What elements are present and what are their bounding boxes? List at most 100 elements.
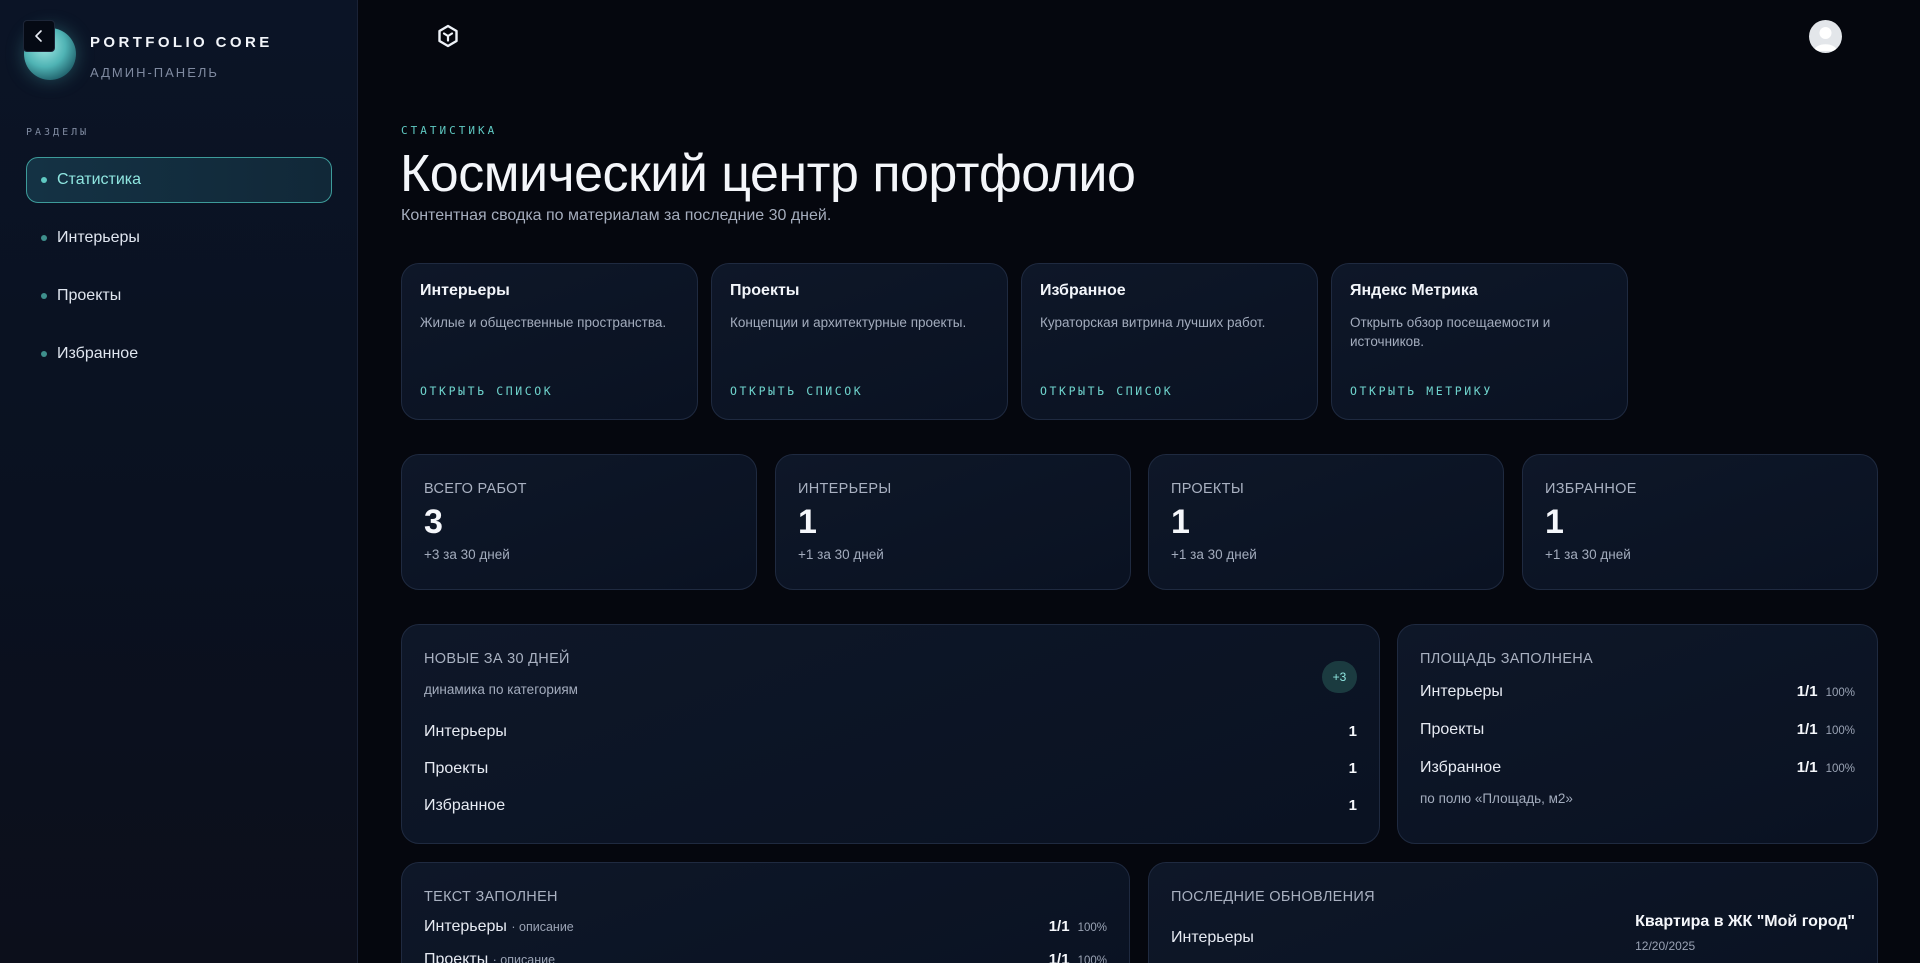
- new-items-panel: НОВЫЕ ЗА 30 ДНЕЙ динамика по категориям …: [401, 624, 1380, 844]
- row-percent: 100%: [1825, 763, 1855, 775]
- stat-value: 1: [1545, 503, 1564, 541]
- chevron-left-icon: [35, 30, 42, 42]
- bullet-icon: [41, 293, 47, 299]
- page-title: Космический центр портфолио: [400, 145, 1136, 203]
- brand-subtitle: АДМИН-ПАНЕЛЬ: [90, 65, 219, 80]
- page-subtitle: Контентная сводка по материалам за после…: [401, 207, 832, 224]
- stat-card-interiors: ИНТЕРЬЕРЫ 1 +1 за 30 дней: [775, 454, 1131, 590]
- panel-label: ТЕКСТ ЗАПОЛНЕН: [424, 889, 558, 905]
- page-eyebrow: СТАТИСТИКА: [401, 124, 498, 137]
- row-value: 1: [1348, 723, 1357, 740]
- stat-delta: +1 за 30 дней: [798, 547, 884, 562]
- stat-card-projects: ПРОЕКТЫ 1 +1 за 30 дней: [1148, 454, 1504, 590]
- sidebar-item-favorites[interactable]: Избранное: [26, 331, 332, 377]
- row-name: Избранное: [1420, 759, 1502, 776]
- count-badge: +3: [1322, 661, 1357, 693]
- sidebar-item-label: Избранное: [57, 345, 139, 362]
- sidebar-item-label: Проекты: [57, 287, 122, 304]
- row-value: 1/1: [1048, 917, 1070, 935]
- link-card-interiors[interactable]: Интерьеры Жилые и общественные пространс…: [401, 263, 698, 420]
- row-name: Проекты: [1420, 721, 1485, 738]
- update-date: 12/20/2025: [1635, 939, 1696, 953]
- panel-note: по полю «Площадь, м2»: [1420, 791, 1573, 806]
- stat-card-total: ВСЕГО РАБОТ 3 +3 за 30 дней: [401, 454, 757, 590]
- row-name: Проекты: [424, 950, 489, 963]
- row-value: 1/1: [1796, 759, 1818, 776]
- row-value: 1: [1348, 797, 1357, 814]
- row-percent: 100%: [1077, 954, 1107, 963]
- area-filled-panel: ПЛОЩАДЬ ЗАПОЛНЕНА Интерьеры 1/1 100% Прое…: [1397, 624, 1878, 844]
- card-title: Яндекс Метрика: [1350, 282, 1478, 299]
- stat-label: ПРОЕКТЫ: [1171, 481, 1244, 497]
- latest-updates-panel: ПОСЛЕДНИЕ ОБНОВЛЕНИЯ Квартира в ЖК "Мой …: [1148, 862, 1878, 963]
- list-item: Избранное 1: [424, 787, 1357, 824]
- row-name: Интерьеры: [1420, 683, 1503, 700]
- card-title: Проекты: [730, 282, 800, 299]
- row-percent: 100%: [1825, 725, 1855, 737]
- row-name: Интерьеры: [424, 722, 507, 740]
- open-metrica-link[interactable]: ОТКРЫТЬ МЕТРИКУ: [1350, 384, 1493, 398]
- list-item: Проекты 1/1 100%: [1420, 711, 1855, 749]
- row-name: Проекты: [424, 759, 489, 777]
- row-value: 1/1: [1796, 683, 1818, 700]
- sidebar-item-statistics[interactable]: Статистика: [26, 157, 332, 203]
- open-list-link[interactable]: ОТКРЫТЬ СПИСОК: [730, 384, 863, 398]
- stat-delta: +1 за 30 дней: [1545, 547, 1631, 562]
- panel-label: ПЛОЩАДЬ ЗАПОЛНЕНА: [1420, 651, 1594, 667]
- card-description: Концепции и архитектурные проекты.: [730, 315, 967, 330]
- stat-delta: +1 за 30 дней: [1171, 547, 1257, 562]
- admin-app: PORTFOLIO CORE АДМИН-ПАНЕЛЬ РАЗДЕЛЫ Стат…: [0, 0, 1920, 963]
- update-entry[interactable]: Квартира в ЖК "Мой город" 12/20/2025: [1635, 913, 1855, 953]
- sidebar-nav: Статистика Интерьеры Проекты Избранное: [26, 157, 332, 389]
- sidebar-item-label: Статистика: [57, 171, 142, 188]
- list-item: Избранное 1/1 100%: [1420, 749, 1855, 787]
- row-value: 1/1: [1796, 721, 1818, 738]
- list-item: Интерьеры 1/1 100%: [1420, 673, 1855, 711]
- link-card-yandex-metrica[interactable]: Яндекс Метрика Открыть обзор посещаемост…: [1331, 263, 1628, 420]
- card-description: Открыть обзор посещаемости и источников.: [1350, 315, 1551, 349]
- list-item: Проекты 1: [424, 750, 1357, 787]
- row-name: Избранное: [424, 796, 506, 814]
- row-percent: 100%: [1077, 921, 1107, 934]
- stat-value: 1: [1171, 503, 1190, 541]
- row-value: 1/1: [1048, 950, 1070, 963]
- bullet-icon: [41, 351, 47, 357]
- list-item: Проекты · описание 1/1 100%: [424, 943, 1107, 963]
- brand-title: PORTFOLIO CORE: [90, 34, 273, 51]
- update-category: Интерьеры: [1171, 929, 1254, 946]
- sidebar-item-interiors[interactable]: Интерьеры: [26, 215, 332, 261]
- update-title: Квартира в ЖК "Мой город": [1635, 913, 1855, 930]
- sidebar: PORTFOLIO CORE АДМИН-ПАНЕЛЬ РАЗДЕЛЫ Стат…: [0, 0, 358, 963]
- row-hint: · описание: [511, 919, 574, 934]
- stat-delta: +3 за 30 дней: [424, 547, 510, 562]
- stat-card-favorites: ИЗБРАННОЕ 1 +1 за 30 дней: [1522, 454, 1878, 590]
- panel-label: НОВЫЕ ЗА 30 ДНЕЙ: [424, 651, 570, 667]
- sidebar-item-projects[interactable]: Проекты: [26, 273, 332, 319]
- card-title: Интерьеры: [420, 282, 510, 299]
- stat-label: ИНТЕРЬЕРЫ: [798, 481, 892, 497]
- list-item: Интерьеры 1: [424, 713, 1357, 750]
- link-card-favorites[interactable]: Избранное Кураторская витрина лучших раб…: [1021, 263, 1318, 420]
- panel-label: ПОСЛЕДНИЕ ОБНОВЛЕНИЯ: [1171, 889, 1375, 905]
- hexagon-logo-icon[interactable]: [436, 24, 460, 48]
- back-button[interactable]: [23, 20, 55, 52]
- text-filled-panel: ТЕКСТ ЗАПОЛНЕН Интерьеры · описание 1/1 1…: [401, 862, 1130, 963]
- bullet-icon: [41, 235, 47, 241]
- card-title: Избранное: [1040, 282, 1126, 299]
- stat-value: 3: [424, 503, 443, 541]
- open-list-link[interactable]: ОТКРЫТЬ СПИСОК: [420, 384, 553, 398]
- sidebar-item-label: Интерьеры: [57, 229, 140, 246]
- card-description: Кураторская витрина лучших работ.: [1040, 315, 1266, 330]
- open-list-link[interactable]: ОТКРЫТЬ СПИСОК: [1040, 384, 1173, 398]
- bullet-icon: [41, 177, 47, 183]
- list-item: Интерьеры · описание 1/1 100%: [424, 910, 1107, 943]
- stat-label: ВСЕГО РАБОТ: [424, 481, 527, 497]
- row-value: 1: [1348, 760, 1357, 777]
- stat-label: ИЗБРАННОЕ: [1545, 481, 1637, 497]
- user-avatar[interactable]: [1809, 20, 1842, 53]
- card-description: Жилые и общественные пространства.: [420, 315, 667, 330]
- link-card-projects[interactable]: Проекты Концепции и архитектурные проект…: [711, 263, 1008, 420]
- row-percent: 100%: [1825, 687, 1855, 699]
- row-name: Интерьеры: [424, 917, 507, 935]
- stat-value: 1: [798, 503, 817, 541]
